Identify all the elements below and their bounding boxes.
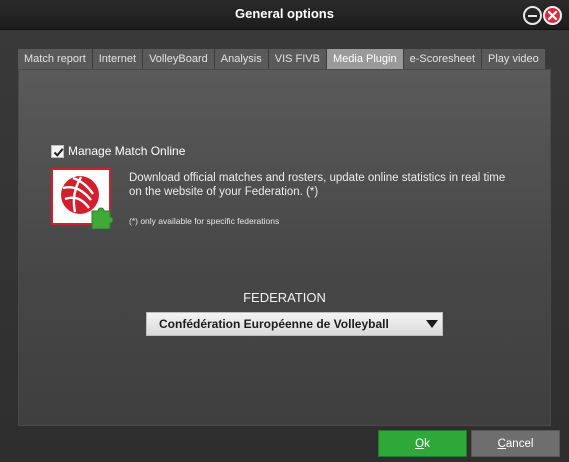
title-bar: General options: [0, 0, 569, 30]
minus-icon: [528, 14, 537, 17]
tab-bar: Match report Internet VolleyBoard Analys…: [18, 49, 546, 69]
cancel-button[interactable]: Cancel: [471, 430, 560, 457]
tab-vis-fivb[interactable]: VIS FIVB: [268, 49, 327, 69]
window-title: General options: [235, 6, 334, 21]
cancel-label-rest: ancel: [505, 438, 534, 450]
tab-media-plugin[interactable]: Media Plugin: [327, 49, 404, 69]
media-plugin-panel: [18, 69, 551, 426]
manage-match-online-checkbox-row[interactable]: Manage Match Online: [51, 144, 185, 158]
dropdown-arrow-icon: [426, 320, 438, 328]
plugin-description: Download official matches and rosters, u…: [129, 172, 506, 198]
federation-selected-value: Confédération Européenne de Volleyball: [159, 317, 389, 331]
general-options-window: General options Match report Internet Vo…: [0, 0, 569, 462]
tab-analysis[interactable]: Analysis: [214, 49, 269, 69]
tab-e-scoresheet[interactable]: e-Scoresheet: [403, 49, 483, 69]
ok-label-rest: k: [424, 438, 430, 450]
ok-button[interactable]: Ok: [378, 430, 467, 457]
manage-match-online-label: Manage Match Online: [68, 144, 186, 158]
tab-internet[interactable]: Internet: [92, 49, 144, 69]
close-icon: [547, 10, 558, 21]
federation-label: FEDERATION: [243, 290, 326, 305]
tab-match-report[interactable]: Match report: [18, 49, 93, 69]
close-button[interactable]: [543, 6, 562, 25]
checkmark-icon: [53, 147, 64, 157]
volleyball-puzzle-icon: [51, 168, 114, 229]
tab-play-video[interactable]: Play video: [482, 49, 546, 69]
cancel-mnemonic: C: [497, 438, 506, 450]
ok-mnemonic: O: [415, 438, 425, 450]
minimize-button[interactable]: [523, 6, 542, 25]
federation-availability-note: (*) only available for specific federati…: [129, 216, 280, 226]
manage-match-online-checkbox[interactable]: [51, 144, 64, 158]
federation-dropdown[interactable]: Confédération Européenne de Volleyball: [146, 312, 443, 336]
tab-volleyboard[interactable]: VolleyBoard: [143, 49, 215, 69]
